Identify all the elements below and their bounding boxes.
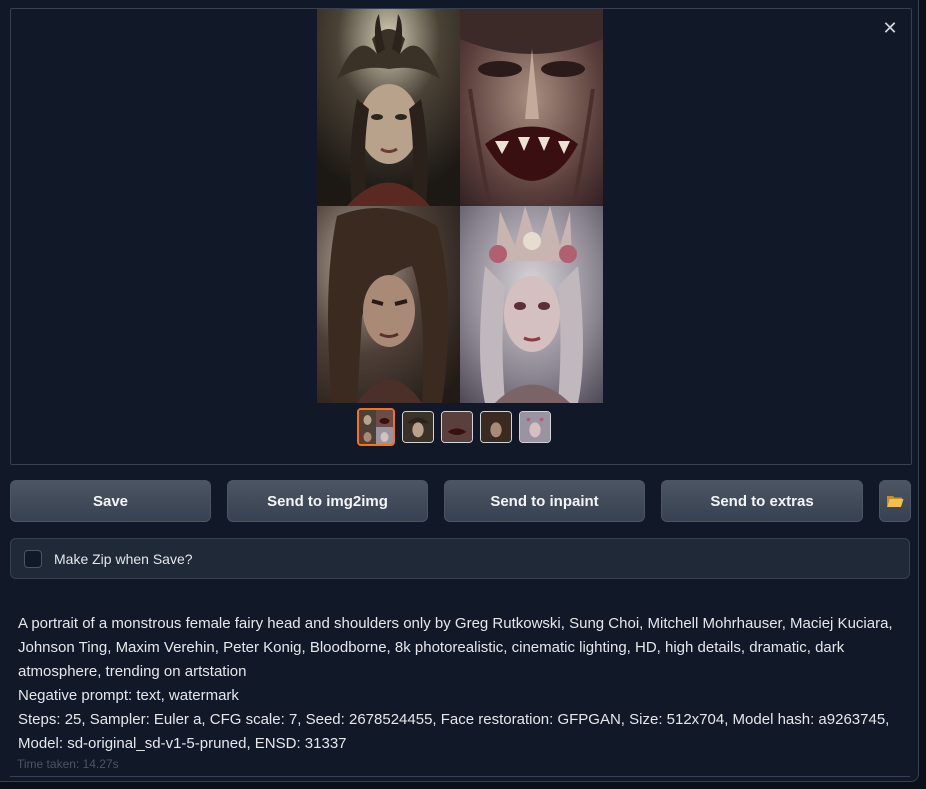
- thumbnail-3[interactable]: [480, 411, 512, 443]
- send-to-inpaint-button[interactable]: Send to inpaint: [444, 480, 645, 522]
- make-zip-label: Make Zip when Save?: [54, 550, 193, 567]
- open-folder-button[interactable]: [879, 480, 911, 522]
- thumbnail-strip: [357, 408, 551, 446]
- thumbnail-grid[interactable]: [357, 408, 395, 446]
- results-panel: ✕ Save Send to img2img Send to inpaint S…: [0, 0, 919, 782]
- portrait-tile-4: [460, 206, 603, 403]
- make-zip-option: Make Zip when Save?: [10, 538, 910, 579]
- portrait-2-image: [460, 9, 603, 206]
- thumbnail-1[interactable]: [402, 411, 434, 443]
- send-to-extras-button[interactable]: Send to extras: [661, 480, 863, 522]
- save-button[interactable]: Save: [10, 480, 211, 522]
- portrait-tile-1: [317, 9, 460, 206]
- thumbnail-4[interactable]: [519, 411, 551, 443]
- portrait-1-image: [317, 9, 460, 206]
- send-to-img2img-button[interactable]: Send to img2img: [227, 480, 428, 522]
- thumbnail-2[interactable]: [441, 411, 473, 443]
- divider: [10, 776, 910, 777]
- portrait-3-image: [317, 206, 460, 403]
- portrait-tile-3: [317, 206, 460, 403]
- portrait-tile-2: [460, 9, 603, 206]
- folder-icon: [887, 496, 904, 507]
- action-buttons: Save Send to img2img Send to inpaint Sen…: [10, 480, 912, 522]
- image-gallery: ✕: [10, 8, 912, 465]
- prompt-text: A portrait of a monstrous female fairy h…: [18, 615, 893, 680]
- make-zip-checkbox[interactable]: [24, 549, 42, 568]
- parameters-text: Steps: 25, Sampler: Euler a, CFG scale: …: [18, 711, 890, 752]
- time-taken: Time taken: 14.27s: [17, 757, 119, 771]
- generated-image-grid[interactable]: [317, 9, 603, 403]
- close-icon[interactable]: ✕: [881, 19, 899, 37]
- portrait-4-image: [460, 206, 603, 403]
- negative-prompt-text: Negative prompt: text, watermark: [18, 687, 239, 704]
- generation-info: A portrait of a monstrous female fairy h…: [18, 612, 898, 756]
